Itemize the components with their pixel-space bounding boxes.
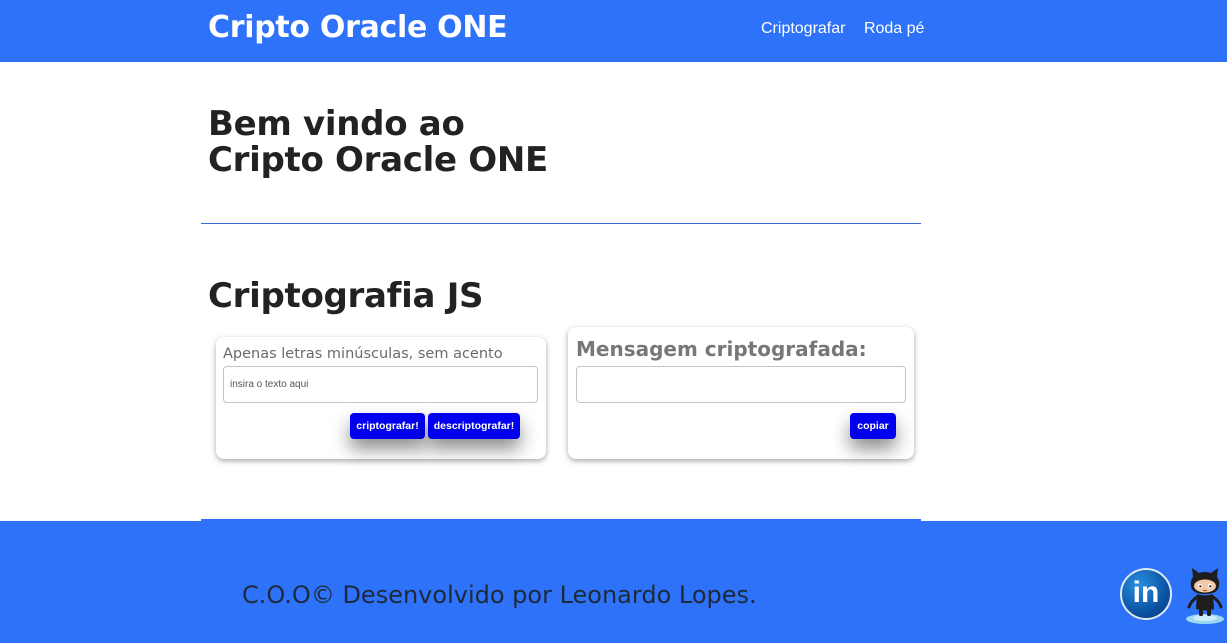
- github-octocat-icon[interactable]: [1184, 567, 1226, 625]
- brand-title[interactable]: Cripto Oracle ONE: [208, 10, 508, 45]
- encrypt-card: Apenas letras minúsculas, sem acento cri…: [216, 337, 546, 459]
- welcome-line-1: Bem vindo ao: [208, 104, 465, 144]
- footer: C.O.O© Desenvolvido por Leonardo Lopes. …: [0, 521, 1227, 643]
- encrypt-button[interactable]: criptografar!: [350, 413, 425, 439]
- linkedin-glyph: in: [1132, 576, 1160, 609]
- footer-credit: C.O.O© Desenvolvido por Leonardo Lopes.: [242, 581, 757, 609]
- section-title: Criptografia JS: [208, 276, 484, 316]
- nav-link-criptografar[interactable]: Criptografar: [761, 20, 845, 37]
- input-hint: Apenas letras minúsculas, sem acento: [223, 346, 503, 362]
- output-card: Mensagem criptografada: copiar: [568, 327, 914, 459]
- nav-links: Criptografar Roda pé: [761, 20, 924, 38]
- text-input[interactable]: [223, 366, 538, 403]
- welcome-line-2: Cripto Oracle ONE: [208, 140, 548, 180]
- output-field[interactable]: [576, 366, 906, 403]
- navbar: Cripto Oracle ONE Criptografar Roda pé: [0, 0, 1227, 62]
- decrypt-button[interactable]: descriptografar!: [428, 413, 520, 439]
- nav-link-roda-pe[interactable]: Roda pé: [864, 20, 925, 37]
- welcome-heading: Bem vindo ao Cripto Oracle ONE: [208, 106, 548, 178]
- linkedin-icon[interactable]: in: [1120, 568, 1172, 620]
- section-divider: [201, 223, 921, 224]
- output-label: Mensagem criptografada:: [576, 337, 867, 361]
- copy-button[interactable]: copiar: [850, 413, 896, 439]
